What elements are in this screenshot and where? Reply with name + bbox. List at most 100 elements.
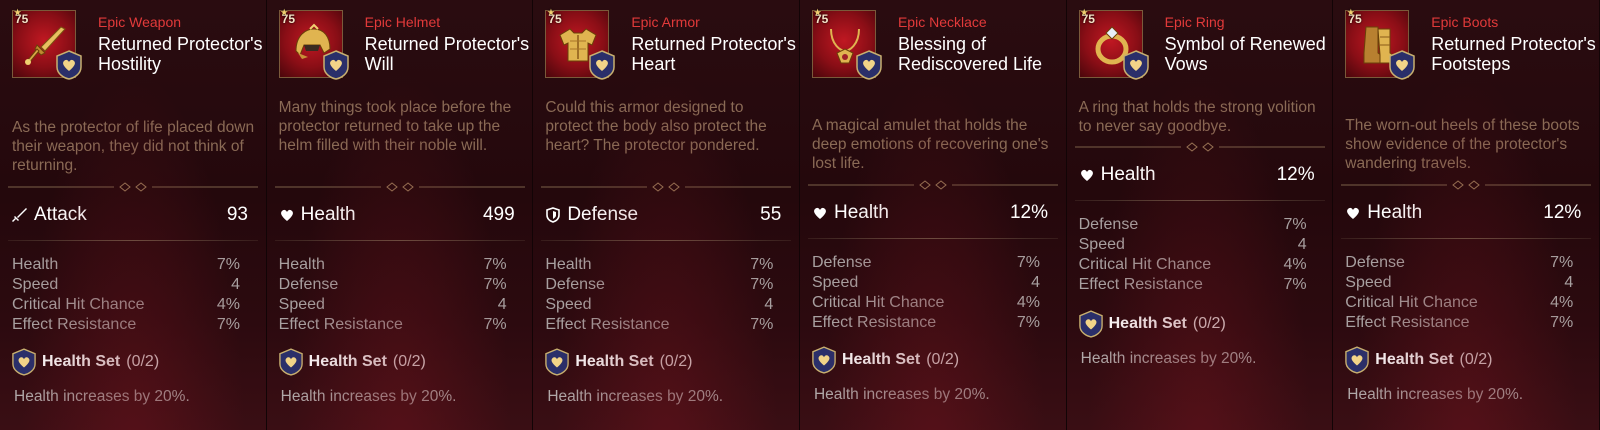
main-stat-label: Attack — [34, 204, 87, 225]
substat-row: Defense 7% — [1345, 254, 1574, 271]
health-set-icon — [812, 346, 836, 374]
set-count: (0/2) — [1459, 351, 1493, 368]
health-set-badge-icon — [56, 50, 82, 80]
health-set-icon — [1345, 346, 1370, 374]
set-effect: Health increases by 20%. — [1347, 386, 1524, 403]
substat-row: Critical Hit Chance 4% — [12, 296, 240, 313]
substat-row: Speed 4 — [1345, 274, 1574, 291]
substat-row: Health 7% — [12, 256, 240, 273]
set-effect: Health increases by 20%. — [547, 388, 724, 405]
divider-line — [1074, 200, 1325, 201]
substats-list: Defense 7% Speed 4 Critical Hit Chance 4% E… — [1079, 215, 1307, 295]
main-stat-label: Health — [833, 202, 889, 223]
substat-row: Defense 7% — [278, 276, 507, 293]
item-description: A magical amulet that holds the deep emo… — [811, 117, 1049, 172]
ornament-divider — [274, 182, 525, 192]
main-stat-label: Defense — [567, 204, 639, 225]
substats-list: Health 7% Defense 7% Speed 4 Effect Resista… — [279, 255, 507, 335]
ornament-divider — [807, 180, 1058, 190]
divider-line — [541, 240, 792, 241]
item-name: Returned Protector's Footsteps — [1431, 34, 1596, 74]
substat-row: Effect Resistance 7% — [12, 316, 240, 333]
set-info[interactable]: Health Set (0/2) — [12, 348, 159, 376]
main-stat-value: 12% — [1543, 202, 1582, 223]
main-stat-value: 93 — [226, 204, 248, 225]
substat-row: Speed 4 — [1078, 236, 1307, 253]
set-name: Health Set — [575, 353, 654, 370]
divider-line — [807, 238, 1058, 239]
set-name: Health Set — [42, 353, 121, 370]
item-rarity: Epic Ring — [1164, 14, 1225, 30]
set-name: Health Set — [308, 353, 387, 370]
item-description: A ring that holds the strong volition to… — [1078, 99, 1316, 135]
main-stat: Health 12% — [1079, 164, 1315, 186]
shield-icon — [546, 207, 561, 223]
main-stat: Health 12% — [1345, 202, 1581, 224]
substat-row: Defense 7% — [1078, 216, 1307, 233]
set-info[interactable]: Health Set (0/2) — [812, 346, 959, 374]
equipment-card-boots[interactable]: 75 Epic Boots Returned Protector's Foots… — [1333, 0, 1600, 430]
substat-row: Speed 4 — [12, 276, 240, 293]
ornament-divider — [1074, 142, 1325, 152]
substats-list: Health 7% Defense 7% Speed 4 Effect Resista… — [545, 255, 773, 335]
health-set-badge-icon — [856, 50, 882, 80]
main-stat-value: 12% — [1009, 202, 1048, 223]
set-name: Health Set — [1108, 315, 1187, 332]
item-rarity: Epic Necklace — [897, 14, 987, 30]
main-stat-value: 55 — [760, 204, 782, 225]
heart-icon — [1347, 207, 1360, 219]
item-rarity: Epic Armor — [631, 14, 700, 30]
equipment-card-helmet[interactable]: 75 Epic Helmet Returned Protector's Will… — [266, 0, 534, 430]
substat-row: Effect Resistance 7% — [278, 316, 507, 333]
item-name: Returned Protector's Will — [364, 34, 530, 74]
substat-row: Effect Resistance 7% — [545, 316, 774, 333]
item-description: As the protector of life placed down the… — [12, 119, 255, 174]
main-stat: Health 12% — [812, 202, 1048, 224]
health-set-badge-icon — [1122, 50, 1149, 80]
item-name: Returned Protector's Heart — [631, 34, 796, 74]
set-count: (0/2) — [659, 353, 693, 370]
main-stat-label: Health — [1367, 202, 1423, 223]
set-effect: Health increases by 20%. — [280, 388, 457, 405]
set-count: (0/2) — [126, 353, 160, 370]
substat-row: Defense 7% — [545, 276, 774, 293]
item-name: Symbol of Renewed Vows — [1164, 34, 1326, 74]
item-name: Returned Protector's Hostility — [98, 34, 263, 74]
set-effect: Health increases by 20%. — [14, 388, 190, 405]
set-count: (0/2) — [392, 353, 426, 370]
main-stat: Attack 93 — [12, 204, 248, 226]
ornament-divider — [1341, 180, 1592, 190]
ornament-divider — [541, 182, 792, 192]
divider-line — [274, 240, 525, 241]
substat-row: Effect Resistance 7% — [811, 314, 1040, 331]
main-stat-label: Health — [300, 204, 356, 225]
set-effect: Health increases by 20%. — [1080, 350, 1257, 367]
substats-list: Defense 7% Speed 4 Critical Hit Chance 4% E… — [812, 253, 1040, 333]
main-stat: Health 499 — [279, 204, 515, 226]
substat-row: Speed 4 — [811, 274, 1040, 291]
substat-row: Critical Hit Chance 4% — [811, 294, 1040, 311]
item-description: Could this armor designed to protect the… — [545, 99, 767, 154]
substat-row: Health 7% — [278, 256, 507, 273]
set-info[interactable]: Health Set (0/2) — [1345, 346, 1492, 374]
equipment-card-weapon[interactable]: 75 Epic Weapon Returned Protector's Host… — [0, 0, 267, 430]
set-info[interactable]: Health Set (0/2) — [1078, 310, 1226, 338]
item-name: Blessing of Rediscovered Life — [897, 34, 1043, 74]
item-description: Many things took place before the protec… — [278, 99, 512, 154]
heart-icon — [814, 207, 826, 219]
health-set-badge-icon — [589, 50, 616, 80]
substat-row: Defense 7% — [811, 254, 1040, 271]
health-set-badge-icon — [322, 50, 349, 80]
health-set-badge-icon — [1389, 50, 1416, 80]
divider-line — [1341, 238, 1592, 239]
equipment-card-ring[interactable]: 75 Epic Ring Symbol of Renewed Vows A ri… — [1066, 0, 1334, 430]
equipment-card-necklace[interactable]: 75 Epic Necklace Blessing of Rediscovere… — [799, 0, 1067, 430]
equipment-card-armor[interactable]: 75 Epic Armor Returned Protector's Heart… — [533, 0, 800, 430]
set-info[interactable]: Health Set (0/2) — [545, 348, 692, 376]
health-set-icon — [278, 348, 303, 376]
main-stat-label: Health — [1100, 164, 1156, 185]
set-info[interactable]: Health Set (0/2) — [278, 348, 426, 376]
health-set-icon — [1078, 310, 1103, 338]
divider-line — [8, 240, 258, 241]
set-effect: Health increases by 20%. — [813, 386, 990, 403]
